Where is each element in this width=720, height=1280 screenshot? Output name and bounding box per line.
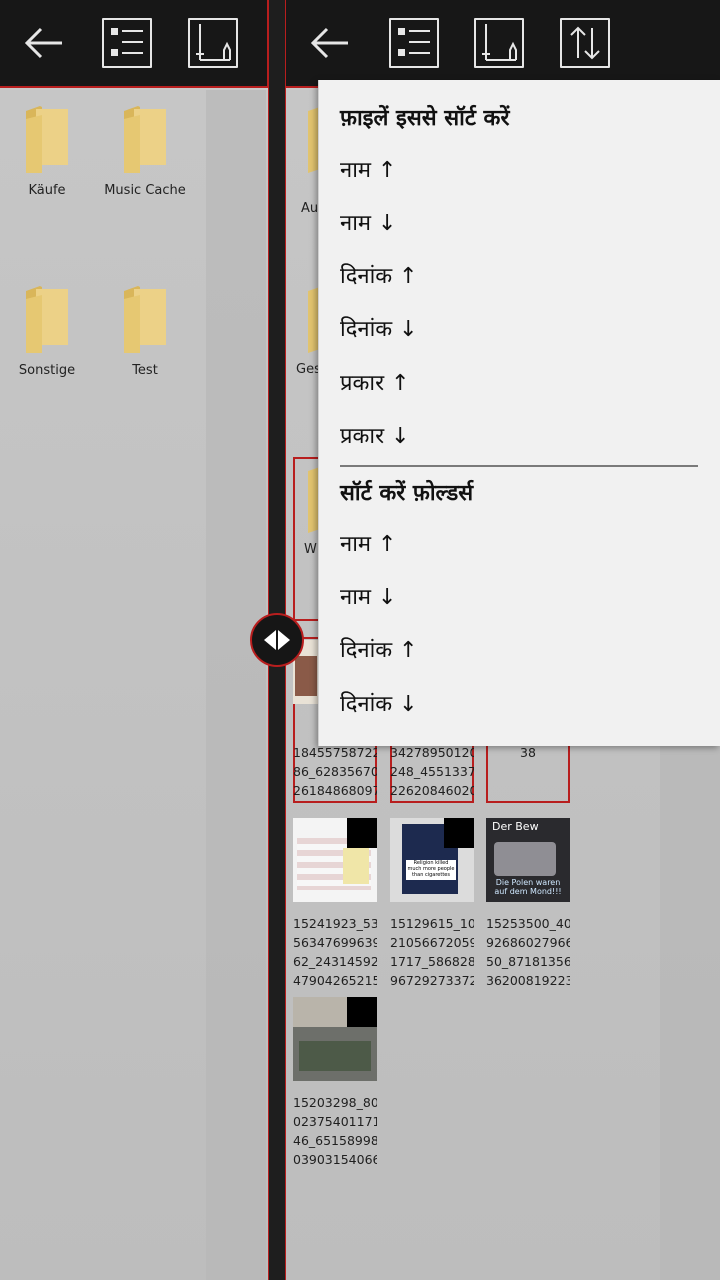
- sort-files-date-desc[interactable]: दिनांक ↓: [340, 310, 700, 350]
- sort-files-type-asc[interactable]: प्रकार ↑: [340, 364, 700, 404]
- file-item[interactable]: Religion killed much more people than ci…: [390, 818, 474, 990]
- list-view-icon[interactable]: [102, 18, 152, 68]
- file-thumbnail: [293, 997, 377, 1081]
- right-toolbar: [286, 0, 720, 88]
- pane-resize-handle[interactable]: [250, 613, 304, 667]
- resize-arrows-icon: [264, 630, 290, 650]
- new-file-icon[interactable]: [188, 18, 238, 68]
- file-item[interactable]: Der Bew Die Polen waren auf dem Mond!!! …: [486, 818, 570, 990]
- menu-divider: [340, 465, 698, 467]
- sort-folders-header: सॉर्ट करें फ़ोल्डर्स: [340, 481, 474, 506]
- back-arrow-icon[interactable]: [22, 18, 68, 68]
- file-thumbnail: Religion killed much more people than ci…: [390, 818, 474, 902]
- left-scroll-strip: [206, 90, 266, 1280]
- left-pane: Käufe Music Cache Sonstige Test: [0, 0, 268, 1280]
- file-item[interactable]: 15241923_53 56347699639 62_24314592 4790…: [293, 818, 377, 990]
- folder-item[interactable]: Test: [95, 283, 195, 378]
- file-thumbnail: Der Bew Die Polen waren auf dem Mond!!!: [486, 818, 570, 902]
- folder-item[interactable]: Sonstige: [0, 283, 97, 378]
- folder-name: Sonstige: [18, 363, 76, 378]
- back-arrow-icon[interactable]: [308, 18, 354, 68]
- sort-menu: फ़ाइलें इससे सॉर्ट करें नाम ↑ नाम ↓ दिना…: [318, 80, 720, 746]
- file-name: 15129615_10 21056672059 1717_586828 9672…: [390, 916, 474, 988]
- file-name: 15253500_40 92686027966 50_87181356 3620…: [486, 916, 570, 988]
- sort-files-header: फ़ाइलें इससे सॉर्ट करें: [340, 106, 510, 131]
- file-thumbnail: [293, 818, 377, 902]
- list-view-icon[interactable]: [389, 18, 439, 68]
- sort-files-date-asc[interactable]: दिनांक ↑: [340, 257, 700, 297]
- left-toolbar: [0, 0, 268, 88]
- sort-folders-name-asc[interactable]: नाम ↑: [340, 525, 700, 565]
- file-name: 15241923_53 56347699639 62_24314592 4790…: [293, 916, 377, 988]
- folder-icon: [124, 286, 166, 353]
- folder-icon: [26, 106, 68, 173]
- folder-name: Music Cache: [104, 183, 186, 198]
- folder-item[interactable]: Music Cache: [95, 103, 195, 198]
- folder-name: Käufe: [28, 183, 66, 198]
- sort-files-type-desc[interactable]: प्रकार ↓: [340, 417, 700, 457]
- sort-folders-date-desc[interactable]: दिनांक ↓: [340, 685, 700, 725]
- folder-name: Test: [132, 363, 158, 378]
- sort-folders-date-asc[interactable]: दिनांक ↑: [340, 631, 700, 671]
- folder-name: Au: [301, 201, 319, 216]
- file-item[interactable]: 15203298_80 02375401171 46_65158998 0390…: [293, 997, 377, 1175]
- sort-files-name-asc[interactable]: नाम ↑: [340, 151, 700, 191]
- folder-name: W: [304, 542, 317, 557]
- sort-files-name-desc[interactable]: नाम ↓: [340, 204, 700, 244]
- folder-item[interactable]: Käufe: [0, 103, 97, 198]
- sort-folders-name-desc[interactable]: नाम ↓: [340, 578, 700, 618]
- file-name: 15203298_80 02375401171 46_65158998 0390…: [293, 1095, 377, 1175]
- new-file-icon[interactable]: [474, 18, 524, 68]
- sort-icon[interactable]: [560, 18, 610, 68]
- folder-icon: [26, 286, 68, 353]
- folder-icon: [124, 106, 166, 173]
